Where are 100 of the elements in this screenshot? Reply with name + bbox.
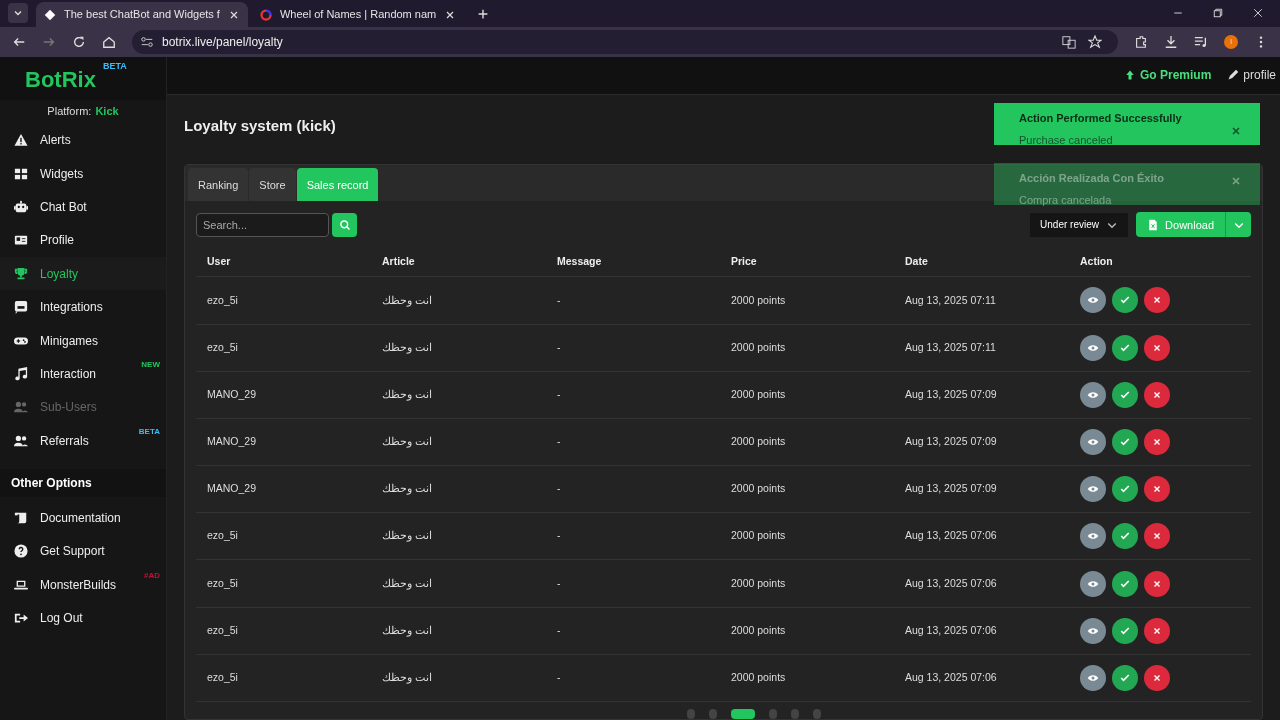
table-cell-text: 2000 points xyxy=(730,481,787,497)
reject-button[interactable] xyxy=(1144,476,1170,503)
close-icon xyxy=(1152,578,1162,589)
view-button[interactable] xyxy=(1080,381,1106,408)
page-button[interactable] xyxy=(730,709,755,719)
sidebar-item[interactable]: Log Out xyxy=(0,601,166,635)
browser-tab[interactable]: The best ChatBot and Widgets f xyxy=(36,2,248,27)
approve-button[interactable] xyxy=(1112,287,1138,314)
reject-button[interactable] xyxy=(1144,523,1170,550)
forward-icon[interactable] xyxy=(42,35,56,49)
beta-label: BETA xyxy=(103,60,127,73)
approve-button[interactable] xyxy=(1112,381,1138,408)
status-dropdown[interactable]: Under review xyxy=(1030,212,1129,237)
sidebar-item[interactable]: Integrations xyxy=(0,290,166,324)
table-cell-text: Aug 13, 2025 07:11 xyxy=(904,339,997,355)
table-cell-text: انت وحظك xyxy=(381,292,433,309)
translate-icon[interactable] xyxy=(1062,35,1076,49)
view-button[interactable] xyxy=(1080,523,1106,550)
view-button[interactable] xyxy=(1080,617,1106,644)
view-button[interactable] xyxy=(1080,476,1106,503)
puzzle-icon[interactable] xyxy=(1134,35,1148,49)
table-cell-text: - xyxy=(556,622,562,638)
tab[interactable]: Ranking xyxy=(188,168,249,202)
grid-icon xyxy=(14,166,28,181)
reject-button[interactable] xyxy=(1144,381,1170,408)
approve-button[interactable] xyxy=(1112,523,1138,550)
reject-button[interactable] xyxy=(1144,287,1170,314)
reject-button[interactable] xyxy=(1144,334,1170,361)
table-cell-text: - xyxy=(556,434,562,450)
table-cell-text: Aug 13, 2025 07:09 xyxy=(904,386,998,402)
section-title: Other Options xyxy=(0,469,166,498)
users-icon xyxy=(14,400,28,415)
table-cell-text: Aug 13, 2025 07:06 xyxy=(904,528,998,544)
table-cell-text: ezo_5i xyxy=(206,339,239,355)
table-cell-text: - xyxy=(556,481,562,497)
toast-title: Acción Realizada Con Éxito xyxy=(1019,171,1164,186)
table-cell-text: 2000 points xyxy=(730,528,787,544)
approve-button[interactable] xyxy=(1112,476,1138,503)
home-icon[interactable] xyxy=(102,35,116,49)
tag-label: #AD xyxy=(144,570,160,583)
sidebar-item[interactable]: MonsterBuilds #AD xyxy=(0,568,166,602)
browser-tab[interactable]: Wheel of Names | Random nam xyxy=(251,2,465,27)
view-button[interactable] xyxy=(1080,570,1106,597)
sidebar-item[interactable]: Loyalty xyxy=(0,257,166,291)
address-bar[interactable]: botrix.live/panel/loyalty xyxy=(132,30,1118,54)
table-cell-text: MANO_29 xyxy=(206,434,258,450)
reload-icon[interactable] xyxy=(72,35,86,49)
premium-link[interactable]: Go Premium xyxy=(1123,66,1212,85)
sidebar-item[interactable]: Chat Bot xyxy=(0,190,166,224)
approve-button[interactable] xyxy=(1112,570,1138,597)
column-header: Article xyxy=(381,253,416,269)
reject-button[interactable] xyxy=(1144,664,1170,691)
sidebar-item[interactable]: Documentation xyxy=(0,501,166,535)
table-cell-text: 2000 points xyxy=(730,386,787,402)
star-icon[interactable] xyxy=(1088,35,1102,49)
approve-button[interactable] xyxy=(1112,664,1138,691)
search-button[interactable] xyxy=(332,212,357,237)
sidebar-item[interactable]: Interaction NEW xyxy=(0,357,166,391)
premium-text: Go Premium xyxy=(1139,67,1212,85)
site-settings-icon[interactable] xyxy=(140,35,154,49)
sidebar-item[interactable]: Get Support xyxy=(0,534,166,569)
search-field[interactable]: Search... xyxy=(196,212,329,237)
table-cell-text: انت وحظك xyxy=(381,434,433,450)
sidebar-item[interactable]: Alerts xyxy=(0,123,166,157)
close-icon[interactable] xyxy=(1252,7,1264,19)
profile-link[interactable]: profile xyxy=(1227,66,1276,85)
question-icon xyxy=(14,544,28,559)
tab[interactable]: Store xyxy=(249,168,296,202)
reject-button[interactable] xyxy=(1144,617,1170,644)
toast-message: Compra cancelada xyxy=(1019,192,1113,208)
sidebar-item[interactable]: Referrals BETA xyxy=(0,424,166,458)
sidebar-item[interactable]: Widgets xyxy=(0,156,166,191)
table-cell-text: MANO_29 xyxy=(206,481,258,497)
approve-button[interactable] xyxy=(1112,428,1138,455)
table-cell-text: Aug 13, 2025 07:06 xyxy=(904,670,998,686)
download-options-button[interactable] xyxy=(1225,212,1251,238)
sidebar-item[interactable]: Minigames xyxy=(0,323,166,358)
back-icon[interactable] xyxy=(12,35,26,49)
diamond-icon xyxy=(44,8,56,21)
view-button[interactable] xyxy=(1080,334,1106,361)
sidebar-item[interactable]: Profile xyxy=(0,223,166,258)
view-button[interactable] xyxy=(1080,428,1106,455)
approve-button[interactable] xyxy=(1112,617,1138,644)
warning-icon xyxy=(14,133,28,148)
table-cell-text: - xyxy=(556,528,562,544)
table-cell-text: Aug 13, 2025 07:06 xyxy=(904,575,998,591)
users-icon xyxy=(14,433,28,448)
view-button[interactable] xyxy=(1080,287,1106,314)
reject-button[interactable] xyxy=(1144,570,1170,597)
table-cell-text: Aug 13, 2025 07:09 xyxy=(904,434,998,450)
approve-button[interactable] xyxy=(1112,334,1138,361)
table-cell-text: انت وحظك xyxy=(381,528,433,544)
column-header: Message xyxy=(556,253,603,269)
view-button[interactable] xyxy=(1080,664,1106,691)
playlist-icon[interactable] xyxy=(1194,35,1208,49)
reject-button[interactable] xyxy=(1144,428,1170,455)
restore-icon[interactable] xyxy=(1212,7,1224,19)
tab-list-button[interactable] xyxy=(8,3,28,23)
table-cell-text: 2000 points xyxy=(730,622,787,638)
download-icon[interactable] xyxy=(1164,35,1178,49)
